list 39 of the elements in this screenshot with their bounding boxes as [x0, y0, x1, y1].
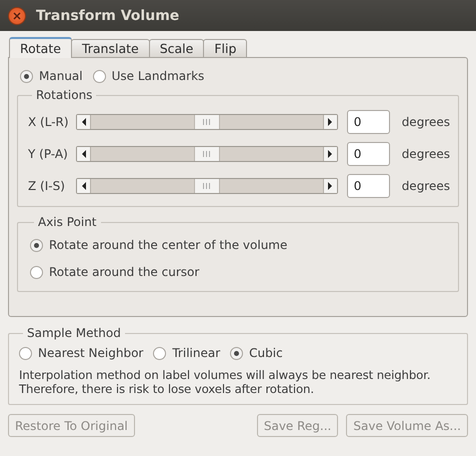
slider-thumb[interactable]: [194, 147, 220, 161]
scroll-left-button[interactable]: [77, 179, 91, 193]
radio-button[interactable]: Rotate around the cursor: [30, 265, 200, 279]
info-text: Interpolation method on label volumes will always be nearest neighbor. Therefore, there is risk to lose voxels after rotation.: [19, 368, 432, 396]
close-icon: [13, 12, 21, 20]
degrees-field[interactable]: 0: [346, 174, 390, 198]
scroll-right-button[interactable]: [322, 115, 337, 129]
radio-button[interactable]: Cubic: [230, 346, 283, 360]
radio-button[interactable]: Trilinear: [153, 346, 220, 360]
unit-label: degrees: [402, 115, 450, 129]
window-title: Transform Volume: [36, 8, 180, 24]
unit-label: degrees: [402, 179, 450, 193]
radio-button[interactable]: Use Landmarks: [92, 69, 204, 83]
radio-button[interactable]: Nearest Neighbor: [19, 346, 144, 360]
group-title: Rotations: [35, 88, 94, 102]
axis-label: Z (I-S): [28, 179, 66, 193]
radio-button[interactable]: Manual: [20, 69, 83, 83]
tab[interactable]: Scale: [148, 39, 204, 57]
tab[interactable]: Flip: [203, 39, 248, 57]
axis-label: X (L-R): [28, 115, 70, 129]
close-button[interactable]: [8, 6, 26, 24]
tab[interactable]: Rotate: [9, 37, 72, 58]
tab[interactable]: Translate: [70, 39, 150, 57]
slider[interactable]: [76, 114, 338, 130]
slider-thumb[interactable]: [194, 115, 220, 129]
scroll-right-button[interactable]: [322, 179, 337, 193]
degrees-field[interactable]: 0: [346, 110, 390, 134]
scroll-left-button[interactable]: [77, 115, 91, 129]
slider[interactable]: [76, 146, 338, 162]
slider-thumb[interactable]: [194, 179, 220, 193]
slider[interactable]: [76, 178, 338, 194]
radio-button[interactable]: Rotate around the center of the volume: [30, 238, 288, 252]
unit-label: degrees: [402, 147, 450, 161]
scroll-right-button[interactable]: [322, 147, 337, 161]
group-title: Sample Method: [26, 326, 122, 340]
scroll-left-button[interactable]: [77, 147, 91, 161]
axis-label: Y (P-A): [28, 147, 69, 161]
degrees-field[interactable]: 0: [346, 142, 390, 166]
group-title: Axis Point: [37, 215, 98, 229]
